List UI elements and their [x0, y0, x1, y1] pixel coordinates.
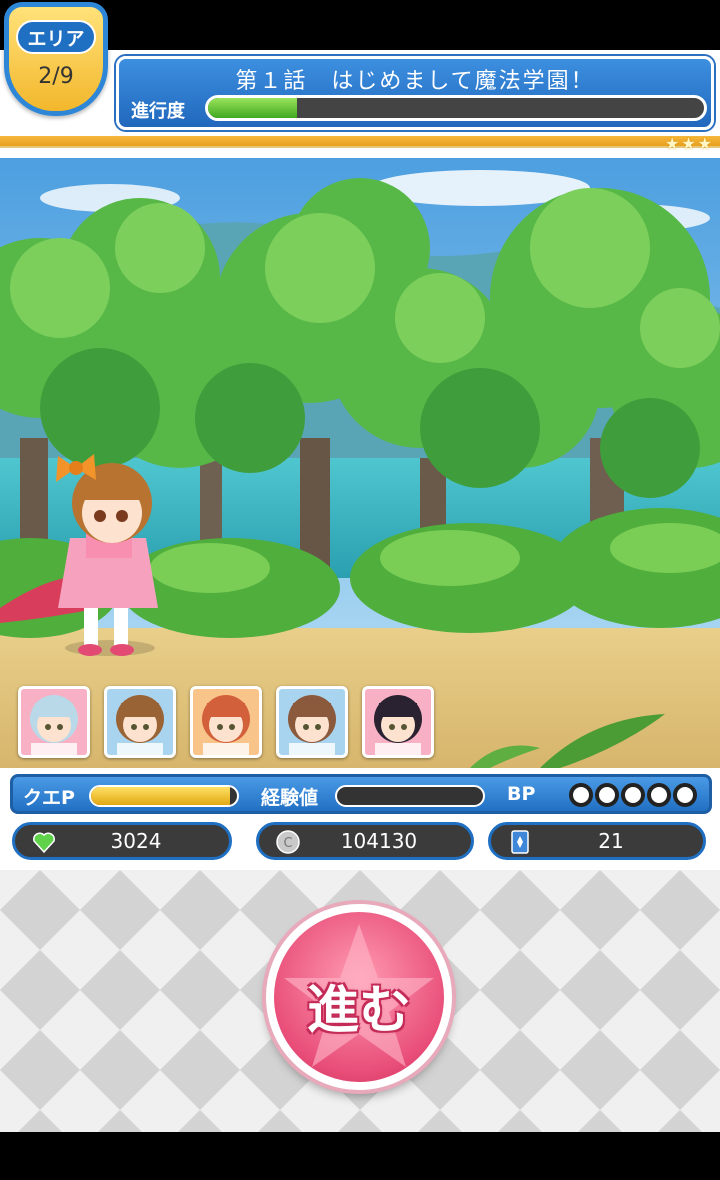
area-badge: エリア 2/9	[4, 2, 108, 116]
area-label: エリア	[16, 20, 96, 54]
character-portrait	[202, 695, 250, 755]
navigation-bar	[0, 1132, 720, 1180]
quest-points-gauge	[89, 785, 239, 807]
battle-scene	[0, 158, 720, 768]
coin-icon: C	[276, 830, 300, 854]
bp-dot	[595, 783, 619, 807]
quest-points-label: クエP	[23, 787, 75, 809]
advance-label: 進む	[306, 981, 411, 1041]
party-member-1[interactable]	[18, 686, 90, 758]
coins-counter: C 104130	[256, 822, 474, 860]
card-icon	[511, 830, 529, 854]
party-member-4[interactable]	[276, 686, 348, 758]
header-stripe	[0, 136, 720, 148]
party-member-5[interactable]	[362, 686, 434, 758]
hearts-counter: 3024	[12, 822, 232, 860]
chapter-title: 第１話 はじめまして魔法学園！	[235, 69, 595, 94]
stars-rating: ★★★	[664, 134, 714, 153]
cards-value: 21	[598, 829, 624, 853]
svg-text:C: C	[283, 836, 292, 851]
exp-gauge	[335, 785, 485, 807]
character-portrait	[30, 695, 78, 755]
header: 第１話 はじめまして魔法学園！ 進行度 ★★★	[0, 50, 720, 158]
heart-icon	[32, 832, 56, 854]
character-portrait	[374, 695, 422, 755]
area-value: 2/9	[38, 64, 74, 89]
party-member-2[interactable]	[104, 686, 176, 758]
quest-points-fill	[91, 787, 230, 805]
party-member-3[interactable]	[190, 686, 262, 758]
hearts-value: 3024	[110, 829, 162, 853]
bp-dot	[647, 783, 671, 807]
exp-label: 経験値	[261, 787, 319, 809]
character-portrait	[288, 695, 336, 755]
coins-value: 104130	[340, 829, 418, 853]
bp-dot	[569, 783, 593, 807]
cards-counter: 21	[488, 822, 706, 860]
bp-dot	[673, 783, 697, 807]
progress-bar	[205, 95, 707, 121]
chapter-panel: 第１話 はじめまして魔法学園！ 進行度	[116, 56, 714, 130]
progress-label: 進行度	[131, 101, 185, 122]
bp-dot	[621, 783, 645, 807]
character-portrait	[116, 695, 164, 755]
bp-label: BP	[507, 783, 536, 805]
progress-bar-fill	[208, 98, 298, 118]
stats-bar: クエP 経験値 BP	[10, 774, 712, 814]
stats-panel: クエP 経験値 BP 3024 C 104130 21	[0, 768, 720, 870]
advance-button[interactable]: 進む	[266, 904, 452, 1090]
status-bar	[0, 0, 720, 50]
